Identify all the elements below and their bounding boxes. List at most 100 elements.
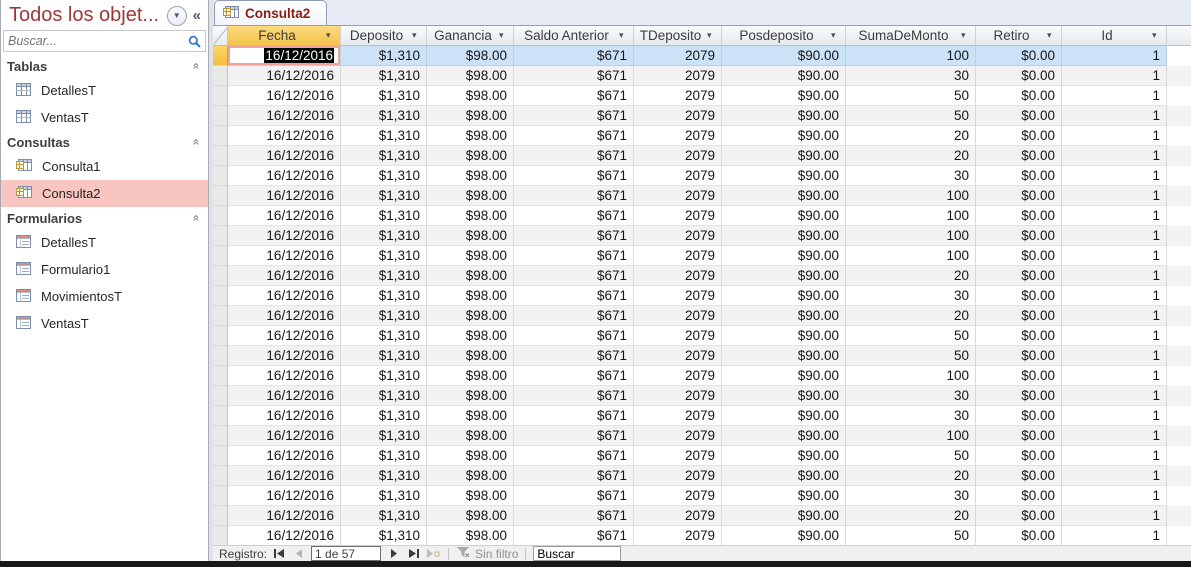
cell-ganancia[interactable]: $98.00 bbox=[427, 106, 514, 126]
cell-retiro[interactable]: $0.00 bbox=[976, 206, 1062, 226]
cell-sumademonto[interactable]: 50 bbox=[846, 106, 976, 126]
cell-fecha[interactable]: 16/12/2016 bbox=[228, 326, 341, 346]
cell-sumademonto[interactable]: 100 bbox=[846, 206, 976, 226]
shutter-collapse-icon[interactable]: « bbox=[193, 7, 203, 24]
cell-fecha[interactable]: 16/12/2016 bbox=[228, 426, 341, 446]
cell-deposito[interactable]: $1,310 bbox=[341, 466, 427, 486]
chevron-down-icon[interactable]: ▾ bbox=[961, 30, 975, 41]
cell-saldo-anterior[interactable]: $671 bbox=[514, 366, 634, 386]
cell-sumademonto[interactable]: 30 bbox=[846, 406, 976, 426]
cell-tdeposito[interactable]: 2079 bbox=[634, 186, 722, 206]
cell-ganancia[interactable]: $98.00 bbox=[427, 146, 514, 166]
cell-retiro[interactable]: $0.00 bbox=[976, 386, 1062, 406]
column-header-id[interactable]: Id ▾ bbox=[1062, 26, 1167, 46]
cell-saldo-anterior[interactable]: $671 bbox=[514, 226, 634, 246]
cell-ganancia[interactable]: $98.00 bbox=[427, 46, 514, 66]
sidebar-search-input[interactable] bbox=[4, 33, 183, 49]
cell-deposito[interactable]: $1,310 bbox=[341, 206, 427, 226]
cell-ganancia[interactable]: $98.00 bbox=[427, 166, 514, 186]
cell-tdeposito[interactable]: 2079 bbox=[634, 466, 722, 486]
cell-deposito[interactable]: $1,310 bbox=[341, 406, 427, 426]
column-header-ganancia[interactable]: Ganancia ▾ bbox=[427, 26, 514, 46]
cell-posdeposito[interactable]: $90.00 bbox=[722, 346, 846, 366]
record-search-box[interactable]: Buscar bbox=[533, 546, 622, 561]
cell-fecha[interactable]: 16/12/2016 bbox=[228, 186, 341, 206]
cell-tdeposito[interactable]: 2079 bbox=[634, 246, 722, 266]
cell-sumademonto[interactable]: 100 bbox=[846, 426, 976, 446]
column-header-retiro[interactable]: Retiro ▾ bbox=[976, 26, 1062, 46]
cell-tdeposito[interactable]: 2079 bbox=[634, 146, 722, 166]
cell-fecha[interactable]: 16/12/2016 bbox=[228, 146, 341, 166]
cell-id[interactable]: 1 bbox=[1062, 386, 1167, 406]
cell-retiro[interactable]: $0.00 bbox=[976, 146, 1062, 166]
chevrons-up-icon[interactable]: « bbox=[190, 139, 204, 146]
cell-saldo-anterior[interactable]: $671 bbox=[514, 66, 634, 86]
cell-saldo-anterior[interactable]: $671 bbox=[514, 466, 634, 486]
cell-saldo-anterior[interactable]: $671 bbox=[514, 166, 634, 186]
cell-posdeposito[interactable]: $90.00 bbox=[722, 186, 846, 206]
nav-pane-menu-dropdown-icon[interactable]: ▼ bbox=[166, 5, 187, 26]
cell-posdeposito[interactable]: $90.00 bbox=[722, 506, 846, 526]
cell-posdeposito[interactable]: $90.00 bbox=[722, 146, 846, 166]
nav-section-header-formularios[interactable]: Formularios « bbox=[1, 207, 208, 229]
cell-sumademonto[interactable]: 50 bbox=[846, 86, 976, 106]
cell-posdeposito[interactable]: $90.00 bbox=[722, 126, 846, 146]
record-selector[interactable] bbox=[213, 326, 228, 346]
cell-ganancia[interactable]: $98.00 bbox=[427, 466, 514, 486]
sidebar-item-formulario1[interactable]: Formulario1 bbox=[1, 256, 208, 283]
cell-deposito[interactable]: $1,310 bbox=[341, 506, 427, 526]
cell-posdeposito[interactable]: $90.00 bbox=[722, 286, 846, 306]
cell-fecha[interactable]: 16/12/2016 bbox=[228, 266, 341, 286]
sidebar-item-ventast[interactable]: VentasT bbox=[1, 104, 208, 131]
cell-sumademonto[interactable]: 20 bbox=[846, 146, 976, 166]
cell-retiro[interactable]: $0.00 bbox=[976, 66, 1062, 86]
record-selector[interactable] bbox=[213, 66, 228, 86]
cell-retiro[interactable]: $0.00 bbox=[976, 326, 1062, 346]
cell-ganancia[interactable]: $98.00 bbox=[427, 186, 514, 206]
cell-id[interactable]: 1 bbox=[1062, 226, 1167, 246]
chevron-down-icon[interactable]: ▾ bbox=[1047, 30, 1061, 41]
chevron-down-icon[interactable]: ▾ bbox=[412, 30, 426, 41]
cell-posdeposito[interactable]: $90.00 bbox=[722, 46, 846, 66]
cell-fecha[interactable]: 16/12/2016 bbox=[228, 486, 341, 506]
cell-id[interactable]: 1 bbox=[1062, 446, 1167, 466]
cell-saldo-anterior[interactable]: $671 bbox=[514, 106, 634, 126]
chevron-down-icon[interactable]: ▾ bbox=[1152, 30, 1166, 41]
cell-id[interactable]: 1 bbox=[1062, 166, 1167, 186]
cell-sumademonto[interactable]: 50 bbox=[846, 446, 976, 466]
cell-tdeposito[interactable]: 2079 bbox=[634, 346, 722, 366]
cell-deposito[interactable]: $1,310 bbox=[341, 426, 427, 446]
cell-deposito[interactable]: $1,310 bbox=[341, 366, 427, 386]
cell-tdeposito[interactable]: 2079 bbox=[634, 206, 722, 226]
cell-id[interactable]: 1 bbox=[1062, 146, 1167, 166]
record-selector[interactable] bbox=[213, 346, 228, 366]
cell-fecha[interactable]: 16/12/2016 bbox=[228, 106, 341, 126]
cell-ganancia[interactable]: $98.00 bbox=[427, 226, 514, 246]
cell-saldo-anterior[interactable]: $671 bbox=[514, 286, 634, 306]
cell-fecha[interactable]: 16/12/2016 bbox=[228, 366, 341, 386]
cell-tdeposito[interactable]: 2079 bbox=[634, 226, 722, 246]
record-selector[interactable] bbox=[213, 86, 228, 106]
cell-sumademonto[interactable]: 20 bbox=[846, 266, 976, 286]
cell-deposito[interactable]: $1,310 bbox=[341, 246, 427, 266]
cell-ganancia[interactable]: $98.00 bbox=[427, 86, 514, 106]
column-header-posdeposito[interactable]: Posdeposito ▾ bbox=[722, 26, 846, 46]
cell-fecha[interactable]: 16/12/2016 bbox=[228, 306, 341, 326]
next-record-icon[interactable] bbox=[385, 547, 401, 560]
record-selector[interactable] bbox=[213, 126, 228, 146]
cell-posdeposito[interactable]: $90.00 bbox=[722, 66, 846, 86]
cell-id[interactable]: 1 bbox=[1062, 186, 1167, 206]
cell-ganancia[interactable]: $98.00 bbox=[427, 386, 514, 406]
select-all-corner[interactable] bbox=[213, 26, 228, 46]
cell-id[interactable]: 1 bbox=[1062, 106, 1167, 126]
cell-deposito[interactable]: $1,310 bbox=[341, 106, 427, 126]
first-record-icon[interactable] bbox=[271, 547, 287, 560]
cell-deposito[interactable]: $1,310 bbox=[341, 326, 427, 346]
sidebar-item-detallest[interactable]: DetallesT bbox=[1, 77, 208, 104]
cell-id[interactable]: 1 bbox=[1062, 46, 1167, 66]
cell-deposito[interactable]: $1,310 bbox=[341, 266, 427, 286]
cell-id[interactable]: 1 bbox=[1062, 326, 1167, 346]
cell-retiro[interactable]: $0.00 bbox=[976, 366, 1062, 386]
record-selector[interactable] bbox=[213, 186, 228, 206]
cell-ganancia[interactable]: $98.00 bbox=[427, 486, 514, 506]
